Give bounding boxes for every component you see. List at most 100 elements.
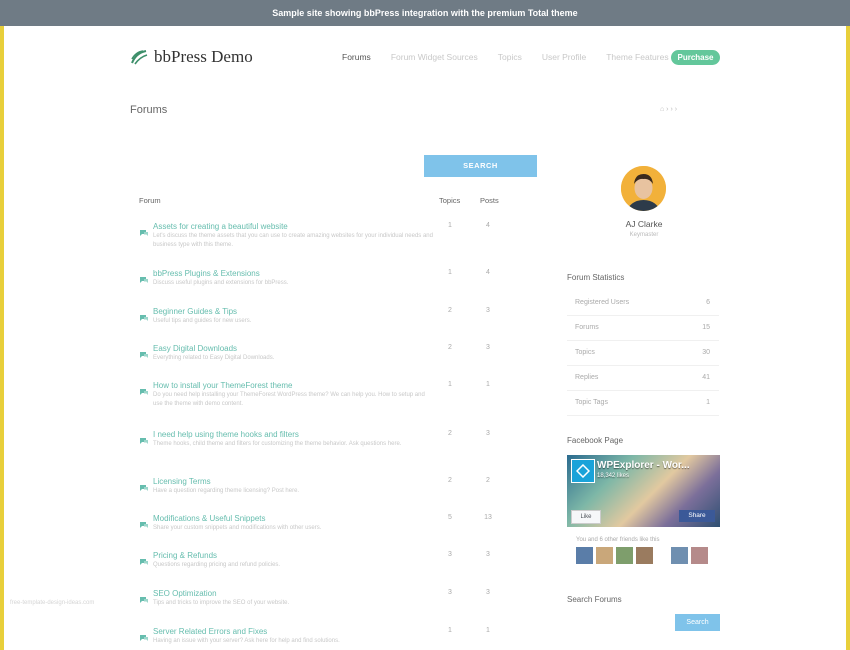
site-title: bbPress Demo [154, 47, 253, 66]
forum-topic-count: 2 [448, 430, 452, 437]
forum-post-count: 13 [484, 514, 492, 521]
friend-avatar[interactable] [576, 547, 593, 564]
wpexplorer-logo-icon [571, 459, 595, 483]
avatar[interactable] [621, 166, 666, 211]
facebook-page-name[interactable]: WPExplorer - Wor... [597, 460, 690, 471]
forum-description: Everything related to Easy Digital Downl… [153, 355, 275, 361]
friend-avatar[interactable] [671, 547, 688, 564]
left-frame-border [0, 0, 4, 650]
friend-avatar[interactable] [596, 547, 613, 564]
forum-description: Let's discuss the theme assets that you … [153, 233, 433, 248]
forum-title-link[interactable]: Pricing & Refunds [153, 551, 217, 560]
right-frame-border [846, 0, 850, 650]
forum-description: Discuss useful plugins and extensions fo… [153, 280, 289, 286]
forum-title-link[interactable]: Beginner Guides & Tips [153, 307, 237, 316]
forum-topic-count: 5 [448, 514, 452, 521]
stat-label: Replies [575, 374, 599, 381]
nav-theme-features[interactable]: Theme Features [606, 52, 668, 62]
forum-statistics-title: Forum Statistics [567, 273, 625, 282]
forum-bubble-icon [139, 516, 149, 534]
facebook-page-title: Facebook Page [567, 436, 624, 445]
stat-row: Replies 41 [575, 374, 710, 381]
forum-topic-count: 1 [448, 627, 452, 634]
forum-description: Questions regarding pricing and refund p… [153, 562, 281, 568]
stat-value: 15 [702, 324, 710, 331]
forum-bubble-icon [139, 224, 149, 242]
forum-topic-count: 1 [448, 381, 452, 388]
forum-bubble-icon [139, 629, 149, 647]
forum-post-count: 3 [486, 589, 490, 596]
watermark: free-template-design-ideas.com [10, 600, 95, 606]
breadcrumb[interactable]: ⌂ › › › [660, 106, 677, 113]
friend-avatar[interactable] [636, 547, 653, 564]
facebook-like-count: 18,342 likes [597, 473, 630, 479]
stat-divider [567, 415, 719, 416]
forum-post-count: 3 [486, 344, 490, 351]
purchase-button[interactable]: Purchase [671, 50, 720, 65]
nav-user-profile[interactable]: User Profile [542, 52, 586, 62]
forum-title-link[interactable]: Modifications & Useful Snippets [153, 514, 266, 523]
forum-title-link[interactable]: I need help using theme hooks and filter… [153, 430, 299, 439]
forum-bubble-icon [139, 591, 149, 609]
stat-divider [567, 365, 719, 366]
facebook-friends-text: You and 6 other friends like this [576, 537, 660, 543]
forum-topic-count: 2 [448, 477, 452, 484]
posts-column-header: Posts [480, 196, 499, 205]
friend-avatar[interactable] [616, 547, 633, 564]
forum-title-link[interactable]: SEO Optimization [153, 589, 217, 598]
facebook-friend-avatars [576, 547, 711, 564]
stat-divider [567, 390, 719, 391]
forum-topic-count: 2 [448, 307, 452, 314]
forum-column-header: Forum [139, 196, 161, 205]
nav-topics[interactable]: Topics [498, 52, 522, 62]
profile-name[interactable]: AJ Clarke [600, 219, 688, 229]
forum-post-count: 1 [486, 381, 490, 388]
forum-topic-count: 1 [448, 222, 452, 229]
stat-row: Forums 15 [575, 324, 710, 331]
friend-avatar[interactable] [691, 547, 708, 564]
facebook-share-button[interactable]: Share [679, 510, 715, 522]
forum-description: Share your custom snippets and modificat… [153, 525, 322, 531]
stat-row: Registered Users 6 [575, 299, 710, 306]
facebook-page-widget[interactable]: WPExplorer - Wor... 18,342 likes Like Sh… [567, 455, 720, 527]
forum-search-button[interactable]: SEARCH [424, 155, 537, 177]
forum-topic-count: 2 [448, 344, 452, 351]
forum-title-link[interactable]: Easy Digital Downloads [153, 344, 237, 353]
site-logo[interactable]: bbPress Demo [130, 47, 253, 67]
forum-bubble-icon [139, 553, 149, 571]
stat-row: Topic Tags 1 [575, 399, 710, 406]
stat-value: 6 [706, 299, 710, 306]
stat-label: Topics [575, 349, 595, 356]
forum-post-count: 3 [486, 307, 490, 314]
forum-title-link[interactable]: Licensing Terms [153, 477, 211, 486]
nav-forum-widgets[interactable]: Forum Widget Sources [391, 52, 478, 62]
forum-title-link[interactable]: bbPress Plugins & Extensions [153, 269, 260, 278]
forum-title-link[interactable]: Assets for creating a beautiful website [153, 222, 288, 231]
stat-value: 1 [706, 399, 710, 406]
forum-description: Having an issue with your server? Ask he… [153, 638, 340, 644]
forum-post-count: 4 [486, 269, 490, 276]
forum-bubble-icon [139, 309, 149, 327]
facebook-like-button[interactable]: Like [571, 510, 601, 524]
forum-title-link[interactable]: How to install your ThemeForest theme [153, 381, 292, 390]
forum-description: Useful tips and guides for new users. [153, 318, 252, 324]
stat-label: Forums [575, 324, 599, 331]
forum-topic-count: 1 [448, 269, 452, 276]
sidebar-search-button[interactable]: Search [675, 614, 720, 631]
forum-bubble-icon [139, 383, 149, 401]
forum-bubble-icon [139, 432, 149, 450]
forum-description: Do you need help installing your ThemeFo… [153, 392, 425, 407]
forum-post-count: 3 [486, 551, 490, 558]
profile-role: Keymaster [629, 232, 659, 238]
user-portrait-icon [621, 166, 666, 211]
forum-title-link[interactable]: Server Related Errors and Fixes [153, 627, 267, 636]
forum-bubble-icon [139, 346, 149, 364]
nav-forums[interactable]: Forums [342, 52, 371, 62]
page-title: Forums [130, 104, 168, 116]
forum-post-count: 1 [486, 627, 490, 634]
stat-label: Registered Users [575, 299, 630, 306]
stat-divider [567, 340, 719, 341]
forum-description: Theme hooks, child theme and filters for… [153, 441, 402, 447]
forum-post-count: 3 [486, 430, 490, 437]
forum-description: Have a question regarding theme licensin… [153, 488, 300, 494]
